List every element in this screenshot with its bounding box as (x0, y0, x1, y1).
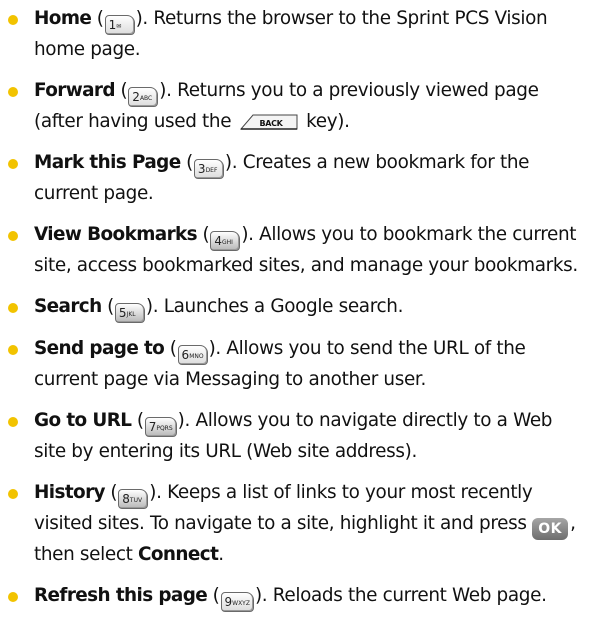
back-key-label: BACK (259, 119, 283, 128)
text: ( (114, 80, 128, 101)
key-number: 8 (122, 492, 130, 506)
key-2-icon: 2ABC (128, 87, 159, 107)
bullet-icon (8, 417, 18, 427)
key-1-icon: 1✉ (104, 15, 135, 35)
key-8-icon: 8TUV (118, 489, 149, 509)
list-item-go-to-url: Go to URL (7PQRS). Allows you to navigat… (6, 406, 583, 467)
document-page: Home (1✉). Returns the browser to the Sp… (0, 0, 593, 624)
list-item-mark-this-page: Mark this Page (3DEF). Creates a new boo… (6, 148, 583, 209)
key-5-icon: 5JKL (114, 303, 145, 323)
bullet-icon (8, 303, 18, 313)
description: ). Launches a Google search. (145, 296, 404, 317)
bullet-icon (8, 15, 18, 25)
key-letters: TUV (129, 497, 143, 504)
key-number: 5 (118, 306, 127, 320)
term-label: Go to URL (34, 410, 132, 431)
key-9-icon: 9WXYZ (220, 592, 254, 612)
key-letters: DEF (205, 167, 218, 174)
key-6-icon: 6MNO (177, 345, 208, 365)
bullet-icon (8, 345, 18, 355)
key-7-icon: 7PQRS (144, 417, 177, 437)
list-item-send-page-to: Send page to (6MNO). Allows you to send … (6, 334, 583, 395)
term-label: Refresh this page (34, 585, 208, 606)
key-letters: ✉ (116, 23, 122, 30)
text: ( (197, 224, 210, 245)
list-item-forward: Forward (2ABC). Returns you to a previou… (6, 76, 583, 137)
key-letters: JKL (126, 311, 136, 318)
text: ( (207, 585, 220, 606)
list-item-view-bookmarks: View Bookmarks (4GHI). Allows you to boo… (6, 220, 583, 281)
description: ). Reloads the current Web page. (254, 585, 547, 606)
term-label: View Bookmarks (34, 224, 198, 245)
key-letters: ABC (139, 95, 153, 102)
key-number: 3 (197, 162, 206, 176)
key-4-icon: 4GHI (210, 231, 241, 251)
bullet-icon (8, 231, 18, 241)
key-letters: MNO (189, 353, 204, 360)
text: ( (164, 338, 177, 359)
list-item-history: History (8TUV). Keeps a list of links to… (6, 478, 583, 570)
term-label: Search (34, 296, 102, 317)
back-key-icon: BACK (239, 113, 299, 131)
key-letters: PQRS (156, 425, 173, 432)
key-letters: GHI (221, 239, 233, 246)
list-item-home: Home (1✉). Returns the browser to the Sp… (6, 4, 583, 65)
key-letters: WXYZ (232, 600, 250, 607)
bullet-icon (8, 87, 18, 97)
bullet-icon (8, 592, 18, 602)
term-label: Home (34, 8, 92, 29)
bullet-icon (8, 489, 18, 499)
key-number: 9 (224, 595, 233, 609)
text: ( (104, 482, 118, 503)
key-number: 2 (132, 90, 140, 104)
text: ( (131, 410, 144, 431)
term-label: Forward (34, 80, 116, 101)
connect-label: Connect (137, 544, 219, 565)
term-label: Mark this Page (34, 152, 181, 173)
text: ( (180, 152, 193, 173)
bullet-icon (8, 159, 18, 169)
key-number: 4 (214, 234, 222, 248)
ok-key-icon: OK (532, 518, 569, 540)
list-item-refresh-this-page: Refresh this page (9WXYZ). Reloads the c… (6, 581, 583, 612)
text: ( (101, 296, 114, 317)
list-item-search: Search (5JKL). Launches a Google search. (6, 292, 583, 323)
description-end: key). (300, 111, 350, 132)
key-3-icon: 3DEF (193, 159, 224, 179)
text: ( (91, 8, 104, 29)
description-end: . (218, 544, 224, 565)
term-label: Send page to (34, 338, 165, 359)
term-label: History (34, 482, 106, 503)
